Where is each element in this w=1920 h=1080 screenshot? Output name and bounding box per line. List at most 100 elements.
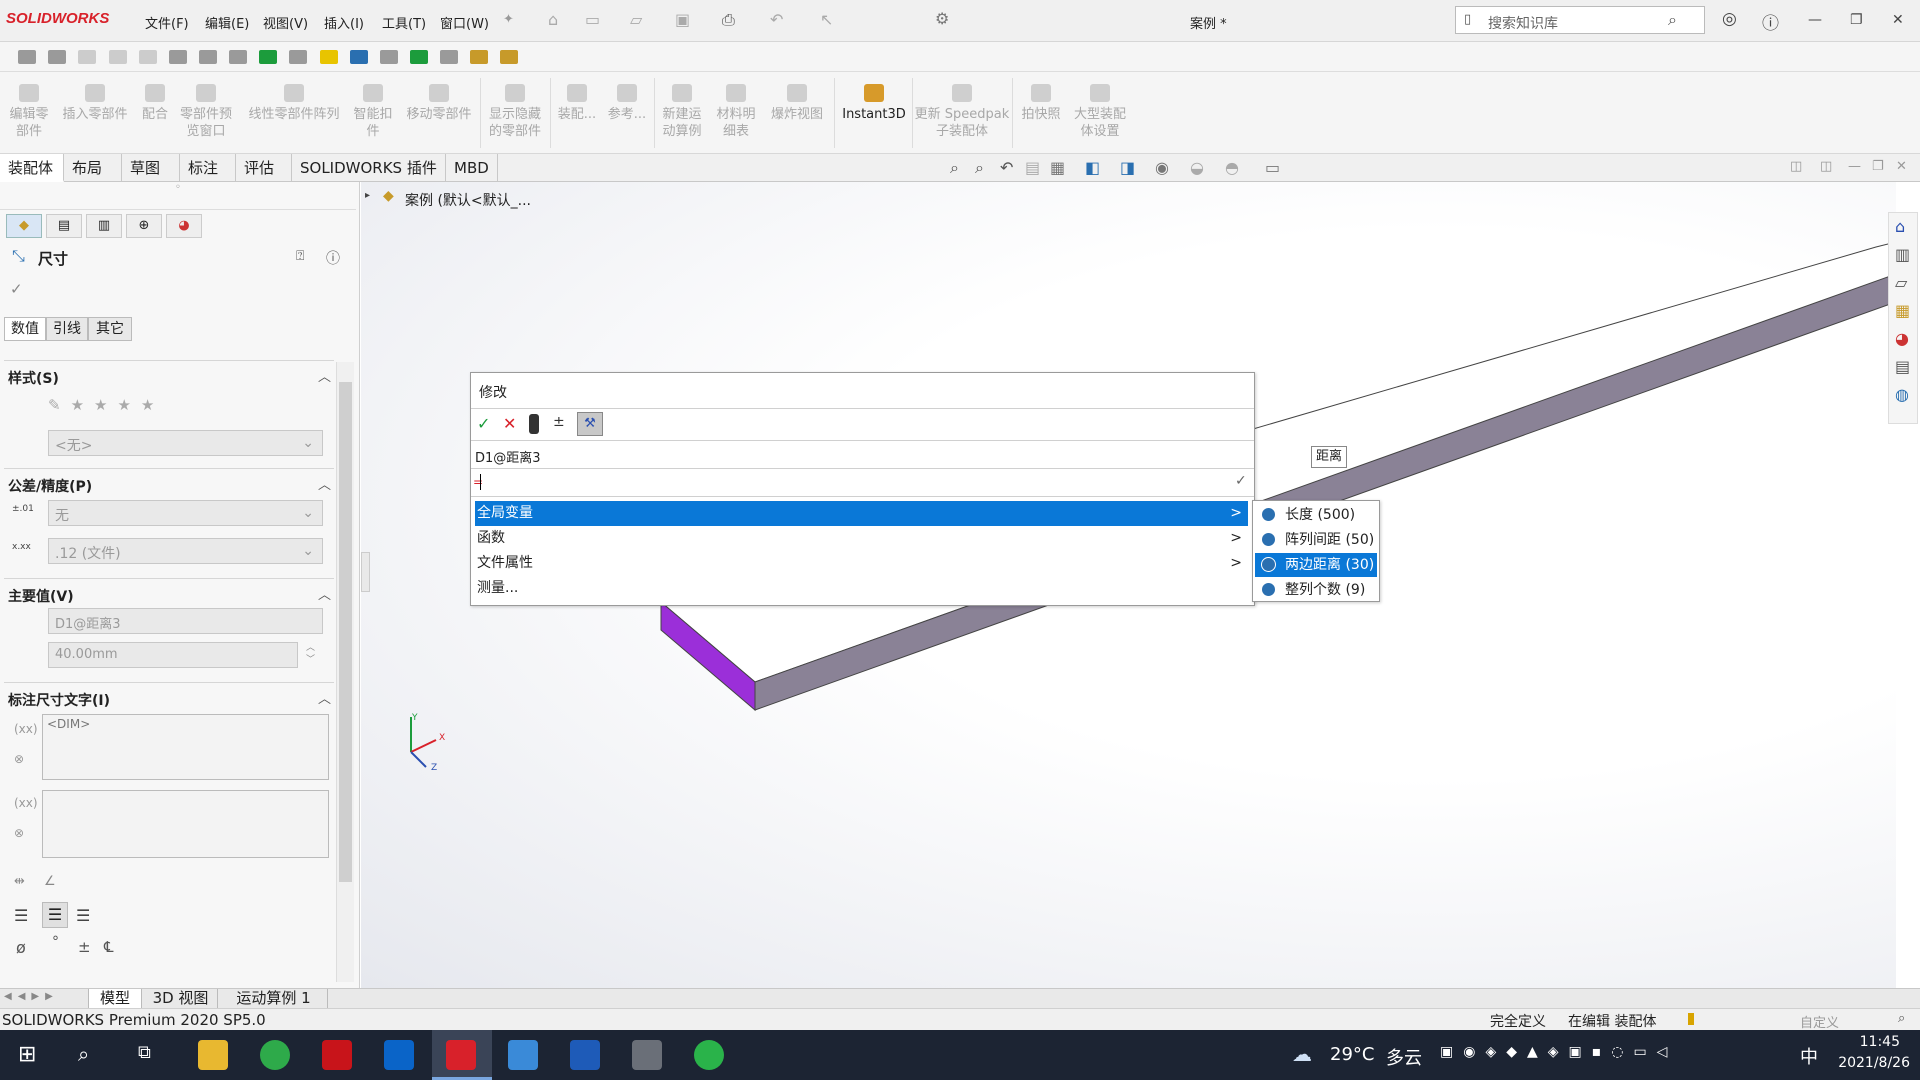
global-var-length[interactable]: 长度 (500)	[1255, 503, 1377, 527]
tab-addins[interactable]: SOLIDWORKS 插件	[292, 154, 446, 182]
mark-for-drawing-icon[interactable]: ⚒	[577, 412, 603, 436]
save-icon[interactable]: ▣	[675, 10, 690, 29]
wechat-icon[interactable]	[694, 1040, 724, 1070]
marker-icon[interactable]	[259, 50, 278, 64]
cube-tool-icon[interactable]	[198, 50, 217, 64]
ribbon-smart-fasteners[interactable]: 智能扣 件	[350, 84, 396, 140]
search-icon[interactable]: ⌕	[78, 1042, 89, 1066]
collapse-chevron-icon[interactable]: ︿	[318, 688, 331, 707]
tool-icon[interactable]	[108, 50, 127, 64]
text-above-icon[interactable]: (xx)	[14, 722, 38, 736]
viewport-close-icon[interactable]: ✕	[1896, 159, 1907, 174]
tool-icon[interactable]	[138, 50, 157, 64]
text-link-icon[interactable]: ⊗	[14, 752, 24, 766]
tab-mbd[interactable]: MBD	[446, 154, 498, 182]
tab-layout[interactable]: 布局	[64, 154, 122, 182]
tolerance-section-header[interactable]: 公差/精度(P)	[8, 476, 92, 496]
close-button[interactable]: ✕	[1892, 12, 1904, 28]
browser-icon[interactable]	[260, 1040, 290, 1070]
primary-dimension-name[interactable]: D1@距离3	[48, 608, 323, 634]
cancel-x-icon[interactable]: ✕	[503, 414, 516, 433]
tab-model[interactable]: 模型	[88, 989, 142, 1008]
primary-value-section-header[interactable]: 主要值(V)	[8, 586, 74, 606]
account-icon[interactable]: ◎	[1722, 9, 1737, 29]
menu-functions[interactable]: 函数 >	[475, 526, 1248, 551]
search-box[interactable]: ▯ 搜索知识库 ⌕	[1455, 6, 1705, 34]
ribbon-update-speedpak[interactable]: 更新 Speedpak 子装配体	[914, 84, 1010, 140]
tab-scroll-arrows-icon[interactable]: ◀◀▶▶	[4, 991, 59, 1002]
ribbon-edit-part[interactable]: 编辑零 部件	[6, 84, 52, 140]
viewport-split-icon[interactable]: ◫	[1820, 159, 1832, 174]
appearance-icon[interactable]: ◒	[1190, 158, 1204, 177]
dimension-text-section-header[interactable]: 标注尺寸文字(I)	[8, 690, 110, 710]
weather-cloud-icon[interactable]: ☁	[1292, 1042, 1312, 1066]
tooltip-toggle-icon[interactable]: ⌕	[1898, 1011, 1905, 1026]
previous-view-icon[interactable]: ↶	[1000, 158, 1013, 177]
collapse-chevron-icon[interactable]: ︿	[318, 584, 331, 603]
value-input-row[interactable]: = ✓	[471, 469, 1254, 497]
whats-wrong-help-icon[interactable]: ⍰	[296, 248, 304, 264]
style-select[interactable]: <无> ⌄	[48, 430, 323, 456]
ribbon-bill-of-materials[interactable]: 材料明 细表	[712, 84, 760, 140]
feature-manager-tab[interactable]: ◆	[6, 214, 42, 238]
display-style-icon[interactable]: ◨	[1120, 158, 1135, 177]
menu-file[interactable]: 文件(F)	[145, 13, 189, 32]
remote-desktop-icon[interactable]	[508, 1040, 538, 1070]
options-gear-icon[interactable]: ⚙	[935, 9, 949, 28]
ime-indicator[interactable]: 中	[1800, 1043, 1818, 1069]
ribbon-reference-geometry[interactable]: 参考...	[604, 84, 650, 123]
ribbon-insert-component[interactable]: 插入零部件	[58, 84, 132, 123]
tab-sketch[interactable]: 草图	[122, 154, 180, 182]
ribbon-mate[interactable]: 配合	[138, 84, 172, 123]
new-document-icon[interactable]: ▭	[585, 10, 600, 29]
dimxpert-tab[interactable]: ⊕	[126, 214, 162, 238]
clock-date[interactable]: 2021/8/26	[1830, 1055, 1910, 1071]
dimension-text-upper[interactable]: <DIM>	[42, 714, 329, 780]
system-tray-icons[interactable]: ▣◉◈◆▲◈▣▪◌▭◁	[1440, 1044, 1677, 1060]
primary-value-input[interactable]: 40.00mm	[48, 642, 298, 668]
search-icon[interactable]: ⌕	[1668, 10, 1677, 30]
subtab-value[interactable]: 数值	[4, 317, 46, 341]
plus-tool-icon[interactable]	[319, 50, 338, 64]
dimension-tool-icon[interactable]	[18, 50, 37, 64]
tab-3d-views[interactable]: 3D 视图	[144, 989, 218, 1008]
ribbon-instant3d[interactable]: Instant3D	[838, 84, 910, 123]
reverse-sense-icon[interactable]: ±	[553, 414, 565, 430]
search-input[interactable]: 搜索知识库	[1488, 13, 1558, 33]
scene-icon[interactable]: ◓	[1225, 158, 1239, 177]
menu-edit[interactable]: 编辑(E)	[205, 13, 249, 32]
viewport-restore-icon[interactable]: ❐	[1872, 159, 1884, 174]
task-view-icon[interactable]: ⧉	[138, 1042, 151, 1063]
menu-tools[interactable]: 工具(T)	[382, 13, 426, 32]
help-icon[interactable]: ⓘ	[1762, 9, 1779, 34]
ribbon-exploded-view[interactable]: 爆炸视图	[766, 84, 828, 123]
display-manager-tab[interactable]: ◕	[166, 214, 202, 238]
rebuild-indicator-icon[interactable]	[1688, 1013, 1694, 1025]
inspection-icon[interactable]: ∠	[44, 874, 56, 889]
word-icon[interactable]	[570, 1040, 600, 1070]
equation-input[interactable]: =	[473, 475, 483, 489]
align-right-icon[interactable]: ☰	[76, 906, 90, 925]
diameter-symbol-icon[interactable]: ø	[16, 938, 26, 957]
menu-window[interactable]: 窗口(W)	[440, 13, 489, 32]
tab-motion-study[interactable]: 运动算例 1	[220, 989, 328, 1008]
dimension-text-lower[interactable]	[42, 790, 329, 858]
file-explorer-icon[interactable]	[198, 1040, 228, 1070]
align-left-icon[interactable]: ☰	[14, 906, 28, 925]
tab-assembly[interactable]: 装配体	[0, 154, 64, 182]
subtab-leaders[interactable]: 引线	[46, 317, 88, 341]
custom-properties-icon[interactable]: ▤	[1895, 357, 1910, 376]
precision-select[interactable]: .12 (文件) ⌄	[48, 538, 323, 564]
gear-tool-icon[interactable]	[168, 50, 187, 64]
image-tool-icon[interactable]	[470, 50, 489, 64]
scrollbar-thumb[interactable]	[339, 382, 352, 882]
design-library-icon[interactable]: ▥	[1895, 245, 1910, 264]
ruler-icon[interactable]	[289, 50, 308, 64]
open-icon[interactable]: ▱	[630, 10, 642, 29]
spin-arrows-icon[interactable]: ︿ ﹀	[306, 642, 315, 666]
print-icon[interactable]: ⎙	[722, 10, 735, 30]
ribbon-assembly-features[interactable]: 装配...	[554, 84, 600, 123]
global-var-array-spacing[interactable]: 阵列间距 (50)	[1255, 528, 1377, 552]
global-var-array-count[interactable]: 整列个数 (9)	[1255, 578, 1377, 602]
property-manager-tab[interactable]: ▤	[46, 214, 82, 238]
